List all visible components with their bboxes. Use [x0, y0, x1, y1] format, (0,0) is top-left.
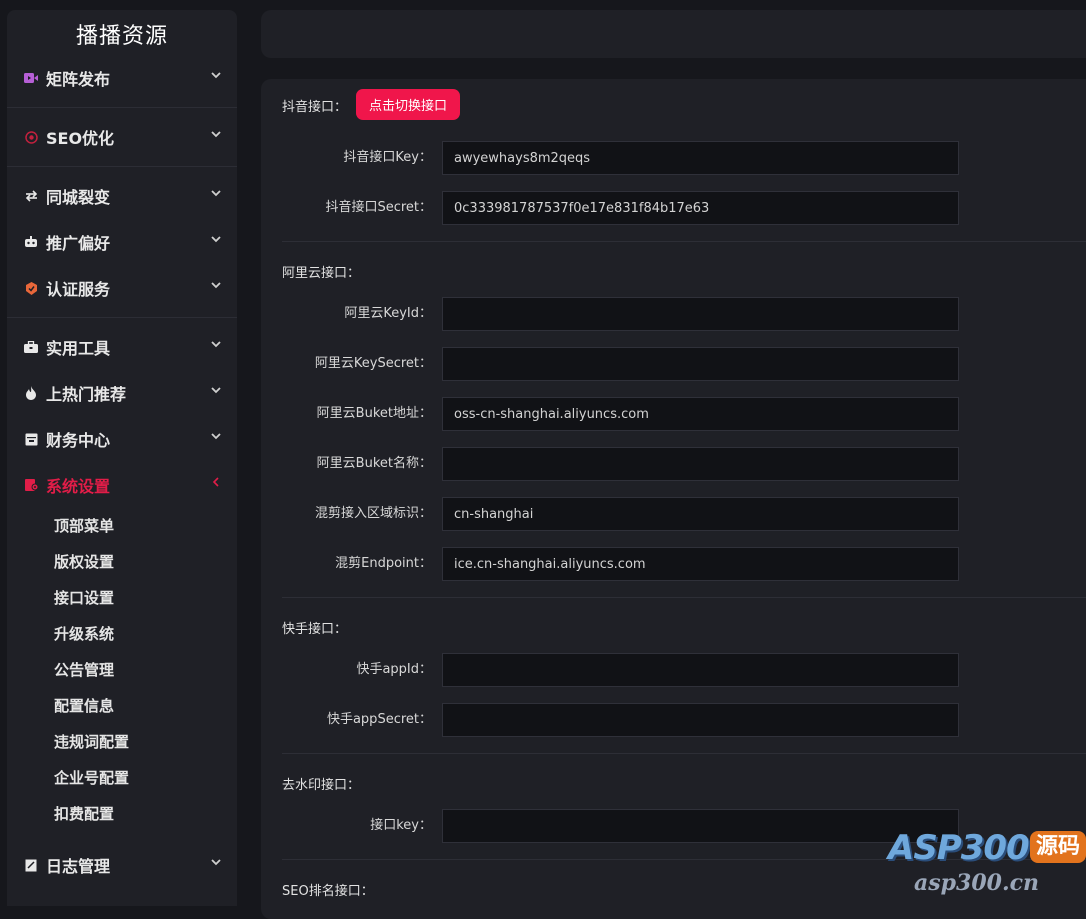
chevron-down-icon	[211, 341, 221, 348]
menu-item-finance[interactable]: 财务中心	[7, 422, 237, 456]
section-divider	[282, 597, 1086, 598]
switch-api-button[interactable]: 点击切换接口	[356, 89, 460, 120]
seo-section-title: SEO排名接口：	[282, 884, 374, 899]
mix-region-label: 混剪接入区域标识：	[314, 506, 432, 521]
menu-item-seo[interactable]: SEO优化	[7, 120, 237, 154]
menu-label: 财务中心	[46, 431, 111, 450]
menu-label: 同城裂变	[46, 188, 111, 207]
submenu-top-menu[interactable]: 顶部菜单	[54, 514, 114, 538]
aliyun-bucket-name-label: 阿里云Buket名称：	[316, 456, 432, 471]
menu-label: 矩阵发布	[46, 70, 111, 89]
divider	[7, 107, 237, 108]
sidebar: 播播资源 矩阵发布 SEO优化 同城裂变 推广偏好 认证服务 实用工具 上热门推…	[7, 10, 237, 906]
badge-icon	[24, 281, 38, 295]
watermark-sub-text: asp300.cn	[914, 870, 1039, 896]
mix-region-input[interactable]	[442, 497, 959, 531]
menu-item-tools[interactable]: 实用工具	[7, 330, 237, 364]
watermark-key-input[interactable]	[442, 809, 959, 843]
watermark-tag: 源码	[1030, 831, 1086, 863]
chevron-down-icon	[211, 859, 221, 866]
watermark-section-title: 去水印接口：	[282, 778, 361, 793]
chevron-down-icon	[211, 131, 221, 138]
aliyun-keyid-input[interactable]	[442, 297, 959, 331]
chevron-left-icon	[212, 477, 219, 487]
menu-item-system-settings[interactable]: 系统设置	[7, 468, 237, 502]
douyin-key-label: 抖音接口Key：	[343, 150, 432, 165]
menu-item-logs[interactable]: 日志管理	[7, 848, 237, 882]
chevron-down-icon	[211, 72, 221, 79]
menu-label: SEO优化	[46, 129, 115, 148]
menu-label: 实用工具	[46, 339, 111, 358]
menu-label: 推广偏好	[46, 234, 111, 253]
douyin-secret-label: 抖音接口Secret：	[325, 200, 432, 215]
chevron-down-icon	[211, 282, 221, 289]
menu-label: 上热门推荐	[46, 385, 127, 404]
kuaishou-section-title: 快手接口：	[282, 622, 348, 637]
menu-item-promotion-preference[interactable]: 推广偏好	[7, 225, 237, 259]
aliyun-keyid-label: 阿里云KeyId：	[344, 306, 432, 321]
menu-item-certification[interactable]: 认证服务	[7, 271, 237, 305]
chevron-down-icon	[211, 387, 221, 394]
aliyun-keysecret-label: 阿里云KeySecret：	[314, 356, 432, 371]
divider	[7, 317, 237, 318]
aliyun-bucket-name-input[interactable]	[442, 447, 959, 481]
section-divider	[282, 241, 1086, 242]
kuaishou-appsecret-label: 快手appSecret：	[326, 712, 432, 727]
submenu-announcements[interactable]: 公告管理	[54, 658, 114, 682]
submenu-copyright[interactable]: 版权设置	[54, 550, 114, 574]
douyin-secret-input[interactable]	[442, 191, 959, 225]
aliyun-keysecret-input[interactable]	[442, 347, 959, 381]
swap-arrows-icon	[24, 189, 38, 203]
archive-icon	[24, 432, 38, 446]
kuaishou-appsecret-input[interactable]	[442, 703, 959, 737]
top-bar	[261, 10, 1086, 58]
divider	[7, 166, 237, 167]
chevron-down-icon	[211, 190, 221, 197]
menu-item-hot-recommend[interactable]: 上热门推荐	[7, 376, 237, 410]
aliyun-bucket-address-input[interactable]	[442, 397, 959, 431]
submenu-enterprise-config[interactable]: 企业号配置	[54, 766, 129, 790]
watermark-logo: ASP300 源码 asp300.cn	[888, 828, 1086, 898]
section-divider	[282, 753, 1086, 754]
submenu-upgrade[interactable]: 升级系统	[54, 622, 114, 646]
robot-icon	[24, 235, 38, 249]
chevron-down-icon	[211, 433, 221, 440]
chevron-down-icon	[211, 236, 221, 243]
submenu-banned-words[interactable]: 违规词配置	[54, 730, 129, 754]
toolbox-icon	[24, 340, 38, 354]
brand-title: 播播资源	[75, 24, 168, 49]
menu-item-city-fission[interactable]: 同城裂变	[7, 179, 237, 213]
douyin-section-title: 抖音接口：	[282, 100, 348, 115]
kuaishou-appid-label: 快手appId：	[356, 662, 432, 677]
submenu-config-info[interactable]: 配置信息	[54, 694, 114, 718]
watermark-main-text: ASP300	[888, 828, 1030, 868]
menu-label: 系统设置	[46, 477, 111, 496]
submenu-fee-config[interactable]: 扣费配置	[54, 802, 114, 826]
video-icon	[24, 71, 38, 85]
log-icon	[24, 858, 38, 872]
kuaishou-appid-input[interactable]	[442, 653, 959, 687]
aliyun-bucket-address-label: 阿里云Buket地址：	[316, 406, 432, 421]
watermark-key-label: 接口key：	[370, 818, 432, 833]
mix-endpoint-input[interactable]	[442, 547, 959, 581]
submenu-api-settings[interactable]: 接口设置	[54, 586, 114, 610]
target-icon	[24, 130, 38, 144]
douyin-key-input[interactable]	[442, 141, 959, 175]
menu-label: 日志管理	[46, 857, 111, 876]
menu-item-matrix-publish[interactable]: 矩阵发布	[7, 61, 237, 95]
aliyun-section-title: 阿里云接口：	[282, 266, 361, 281]
flame-icon	[24, 386, 38, 400]
settings-icon	[24, 478, 38, 492]
menu-label: 认证服务	[46, 280, 111, 299]
mix-endpoint-label: 混剪Endpoint：	[335, 556, 432, 571]
